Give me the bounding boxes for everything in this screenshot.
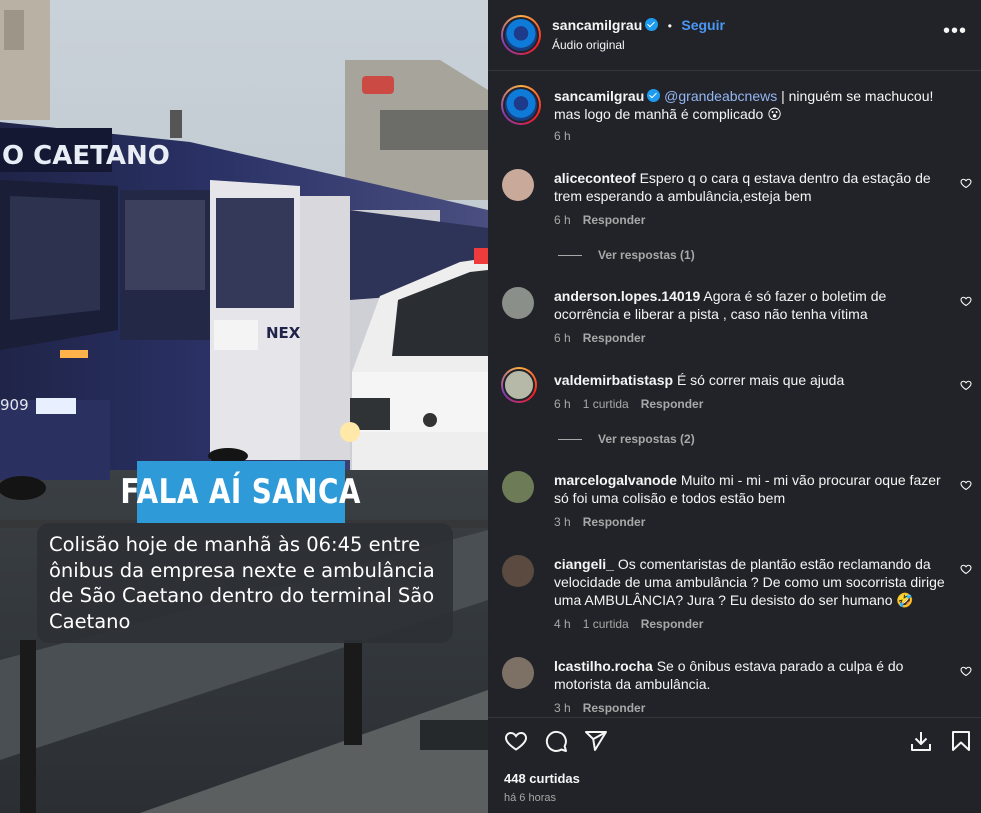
- post-side-panel: sancamilgrau • Seguir Áudio original •••…: [488, 0, 981, 813]
- bus-ambulance-video-frame: O CAETANO NEXT 909: [0, 0, 488, 813]
- comment-time: 4 h: [554, 617, 571, 631]
- comment-time: 6 h: [554, 331, 571, 345]
- share-icon[interactable]: [584, 729, 608, 753]
- comment-time: 3 h: [554, 515, 571, 529]
- video-caption-box: Colisão hoje de manhã às 06:45 entre ôni…: [37, 523, 453, 643]
- like-comment-icon[interactable]: [960, 177, 972, 189]
- like-comment-icon[interactable]: [960, 379, 972, 391]
- like-comment-icon[interactable]: [960, 479, 972, 491]
- reply-button[interactable]: Responder: [641, 617, 704, 631]
- video-title-tag: FALA AÍ SANCA: [121, 461, 361, 523]
- post-time[interactable]: há 6 horas: [504, 792, 556, 804]
- reply-button[interactable]: Responder: [641, 397, 704, 411]
- video-title-text: FALA AÍ SANCA: [120, 472, 362, 512]
- view-replies-button[interactable]: Ver respostas (2): [558, 432, 695, 446]
- commenter-avatar[interactable]: [502, 555, 534, 587]
- bus-number: 909: [0, 396, 29, 414]
- comment-time: 6 h: [554, 397, 571, 411]
- author-avatar[interactable]: [501, 15, 541, 55]
- commenter-avatar[interactable]: [502, 471, 534, 503]
- verified-badge-icon: [645, 18, 659, 31]
- reply-button[interactable]: Responder: [583, 701, 646, 715]
- commenter-username[interactable]: ciangeli_: [554, 556, 614, 572]
- commenter-avatar[interactable]: [501, 367, 537, 403]
- video-caption-text: Colisão hoje de manhã às 06:45 entre ôni…: [49, 533, 435, 633]
- comment-like-count[interactable]: 1 curtida: [583, 617, 629, 631]
- comment-icon[interactable]: [544, 729, 568, 753]
- commenter-username[interactable]: marcelogalvanode: [554, 472, 677, 488]
- separator-dot: •: [667, 19, 672, 33]
- comment-like-count[interactable]: 1 curtida: [583, 397, 629, 411]
- commenter-username[interactable]: anderson.lopes.14019: [554, 288, 700, 304]
- comment-time: 3 h: [554, 701, 571, 715]
- comments-list[interactable]: sancamilgrau @grandeabcnews | ninguém se…: [488, 72, 981, 717]
- post-header: sancamilgrau • Seguir Áudio original •••: [488, 0, 981, 71]
- like-comment-icon[interactable]: [960, 295, 972, 307]
- more-options-icon[interactable]: •••: [943, 21, 967, 41]
- reply-button[interactable]: Responder: [583, 213, 646, 227]
- commenter-username[interactable]: lcastilho.rocha: [554, 658, 653, 674]
- like-count[interactable]: 448 curtidas: [504, 771, 580, 786]
- author-username[interactable]: sancamilgrau: [552, 17, 642, 33]
- caption-author-avatar[interactable]: [501, 85, 541, 125]
- commenter-avatar[interactable]: [502, 287, 534, 319]
- view-replies-button[interactable]: Ver respostas (1): [558, 248, 695, 262]
- caption-username[interactable]: sancamilgrau: [554, 88, 644, 104]
- like-comment-icon[interactable]: [960, 563, 972, 575]
- post-actions: 448 curtidas há 6 horas: [488, 717, 981, 813]
- comment-text: É só correr mais que ajuda: [676, 372, 845, 388]
- verified-badge-icon: [647, 89, 661, 102]
- commenter-username[interactable]: aliceconteof: [554, 170, 636, 186]
- reply-button[interactable]: Responder: [583, 515, 646, 529]
- video-player[interactable]: O CAETANO NEXT 909 FALA AÍ SANCA Colisão…: [0, 0, 488, 813]
- heart-icon[interactable]: [504, 729, 528, 753]
- bookmark-icon[interactable]: [949, 729, 973, 753]
- commenter-username[interactable]: valdemirbatistasp: [554, 372, 673, 388]
- commenter-avatar[interactable]: [502, 169, 534, 201]
- caption-time: 6 h: [554, 129, 571, 143]
- comment-time: 6 h: [554, 213, 571, 227]
- commenter-avatar[interactable]: [502, 657, 534, 689]
- like-comment-icon[interactable]: [960, 665, 972, 677]
- bus-destination-sign: O CAETANO: [2, 141, 170, 171]
- follow-button[interactable]: Seguir: [681, 17, 725, 33]
- original-audio-link[interactable]: Áudio original: [552, 38, 625, 52]
- download-icon[interactable]: [909, 729, 933, 753]
- caption-mention-link[interactable]: @grandeabcnews: [664, 88, 777, 104]
- reply-button[interactable]: Responder: [583, 331, 646, 345]
